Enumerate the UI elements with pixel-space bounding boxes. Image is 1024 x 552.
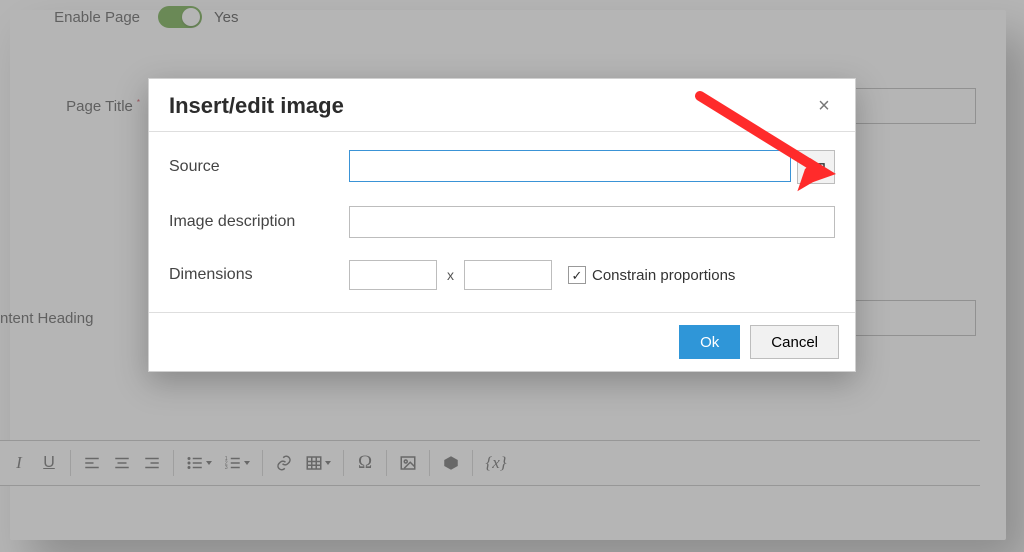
description-label: Image description xyxy=(169,213,349,231)
cancel-button[interactable]: Cancel xyxy=(750,325,839,359)
ok-button[interactable]: Ok xyxy=(679,325,740,359)
insert-image-modal: Insert/edit image × Source xyxy=(148,78,856,372)
dimension-x: x xyxy=(447,267,454,283)
constrain-checkbox[interactable] xyxy=(568,266,586,284)
source-input[interactable] xyxy=(349,150,791,182)
constrain-label: Constrain proportions xyxy=(592,267,735,284)
dimensions-label: Dimensions xyxy=(169,266,349,284)
width-input[interactable] xyxy=(349,260,437,290)
close-icon[interactable]: × xyxy=(813,95,835,117)
browse-button[interactable] xyxy=(797,150,835,184)
description-input[interactable] xyxy=(349,206,835,238)
modal-title: Insert/edit image xyxy=(169,93,344,119)
folder-search-icon xyxy=(806,159,826,175)
source-label: Source xyxy=(169,158,349,176)
height-input[interactable] xyxy=(464,260,552,290)
